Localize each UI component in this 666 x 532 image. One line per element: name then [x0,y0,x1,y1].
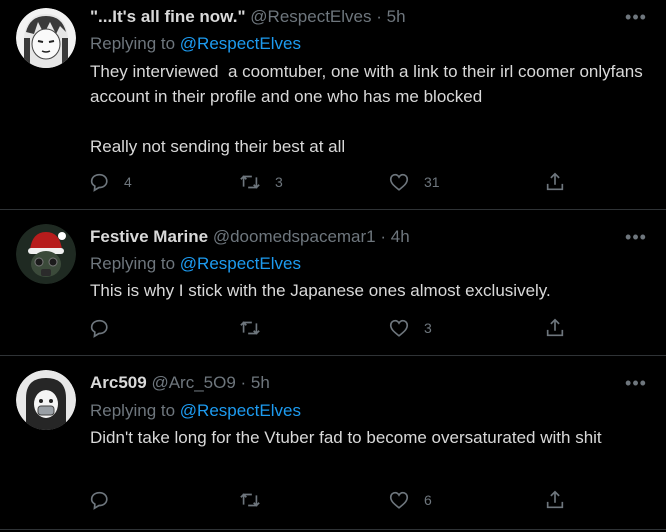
share-button[interactable] [544,316,580,340]
replying-to: Replying to @RespectElves [90,33,301,55]
retweet-button[interactable] [239,316,285,340]
like-icon [389,319,409,337]
timestamp[interactable]: · 5h [376,7,405,26]
replying-to: Replying to @RespectElves [90,400,301,422]
tweet-text: Didn't take long for the Vtuber fad to b… [90,428,602,447]
tweet-actions: 3 [88,316,578,340]
replying-to-link[interactable]: @RespectElves [180,254,301,273]
tweet-1[interactable]: "...It's all fine now." @RespectElves · … [0,0,666,208]
avatar[interactable] [16,8,76,68]
user-handle[interactable]: @doomedspacemar1 [213,227,376,246]
retweet-icon [240,493,260,507]
share-button[interactable] [544,488,580,512]
reply-icon [90,173,108,192]
display-name[interactable]: Arc509 [90,373,147,392]
user-handle[interactable]: @RespectElves [250,7,371,26]
tweet-2[interactable]: Festive Marine @doomedspacemar1 · 4h •••… [0,210,666,354]
retweet-button[interactable] [239,488,285,512]
retweet-count: 3 [275,174,283,190]
like-icon [389,173,409,191]
more-icon[interactable]: ••• [624,374,648,398]
tweet-text: This is why I stick with the Japanese on… [90,281,551,300]
more-icon[interactable]: ••• [624,228,648,252]
tweet-text: They interviewed a coomtuber, one with a… [90,62,643,156]
retweet-icon [240,175,260,189]
reply-icon [90,491,108,510]
like-count: 3 [424,320,432,336]
share-icon [546,490,564,509]
reply-button[interactable] [88,316,134,340]
reply-button[interactable]: 4 [88,170,134,194]
like-count: 31 [424,174,440,190]
timestamp[interactable]: · 4h [380,227,409,246]
timestamp[interactable]: · 5h [241,373,270,392]
like-button[interactable]: 31 [388,170,440,194]
retweet-icon [240,321,260,335]
replying-prefix: Replying to [90,34,180,53]
replying-to-link[interactable]: @RespectElves [180,34,301,53]
retweet-button[interactable]: 3 [239,170,285,194]
more-icon[interactable]: ••• [624,8,648,32]
tweet-3[interactable]: Arc509 @Arc_5O9 · 5h ••• Replying to @Re… [0,356,666,532]
reply-button[interactable] [88,488,134,512]
user-handle[interactable]: @Arc_5O9 [151,373,235,392]
replying-to-link[interactable]: @RespectElves [180,401,301,420]
like-count: 6 [424,492,432,508]
share-icon [546,318,564,337]
share-icon [546,172,564,191]
tweet-header: "...It's all fine now." @RespectElves · … [90,6,406,28]
tweet-header: Arc509 @Arc_5O9 · 5h [90,372,270,394]
like-icon [389,491,409,509]
reply-count: 4 [124,174,132,190]
share-button[interactable] [544,170,580,194]
like-button[interactable]: 6 [388,488,434,512]
display-name[interactable]: "...It's all fine now." [90,7,246,26]
avatar[interactable] [16,224,76,284]
reply-icon [90,319,108,338]
replying-to: Replying to @RespectElves [90,253,301,275]
tweet-actions: 6 [88,488,578,512]
replying-prefix: Replying to [90,401,180,420]
divider [0,529,666,530]
tweet-actions: 4 3 31 [88,170,578,194]
like-button[interactable]: 3 [388,316,434,340]
tweet-header: Festive Marine @doomedspacemar1 · 4h [90,226,410,248]
display-name[interactable]: Festive Marine [90,227,208,246]
avatar[interactable] [16,370,76,430]
replying-prefix: Replying to [90,254,180,273]
